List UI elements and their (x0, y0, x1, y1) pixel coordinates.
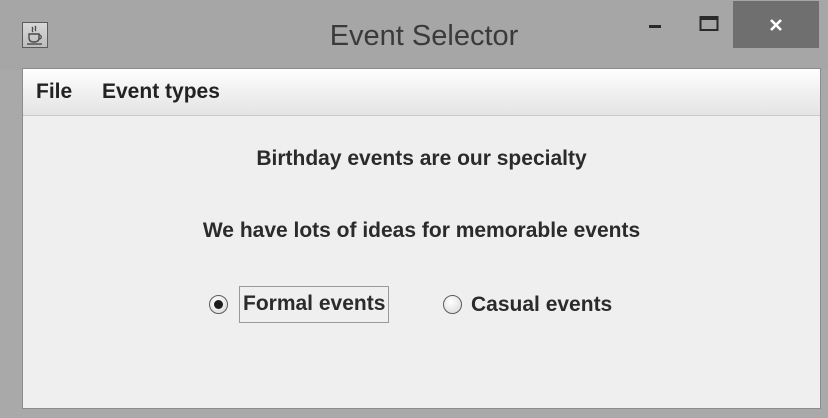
close-button[interactable] (733, 1, 819, 48)
formal-events-radio[interactable] (209, 295, 228, 314)
casual-events-label[interactable]: Casual events (471, 293, 612, 317)
menu-bar: File Event types (23, 69, 820, 116)
close-icon (770, 18, 782, 31)
ideas-label: We have lots of ideas for memorable even… (202, 219, 641, 242)
menu-event-types[interactable]: Event types (102, 80, 220, 104)
minimize-icon (649, 25, 661, 28)
casual-events-radio[interactable] (443, 295, 462, 314)
content-pane: File Event types Birthday events are our… (23, 69, 820, 408)
maximize-icon (699, 16, 719, 31)
specialty-label: Birthday events are our specialty (256, 147, 587, 170)
minimize-button[interactable] (632, 0, 678, 46)
title-bar[interactable]: Event Selector (0, 0, 828, 70)
radio-selected-dot (214, 300, 223, 309)
formal-events-label[interactable]: Formal events (239, 286, 390, 323)
app-window: Event Selector File Event types Birthday… (0, 0, 828, 418)
menu-file[interactable]: File (36, 80, 72, 104)
maximize-button[interactable] (686, 0, 732, 46)
